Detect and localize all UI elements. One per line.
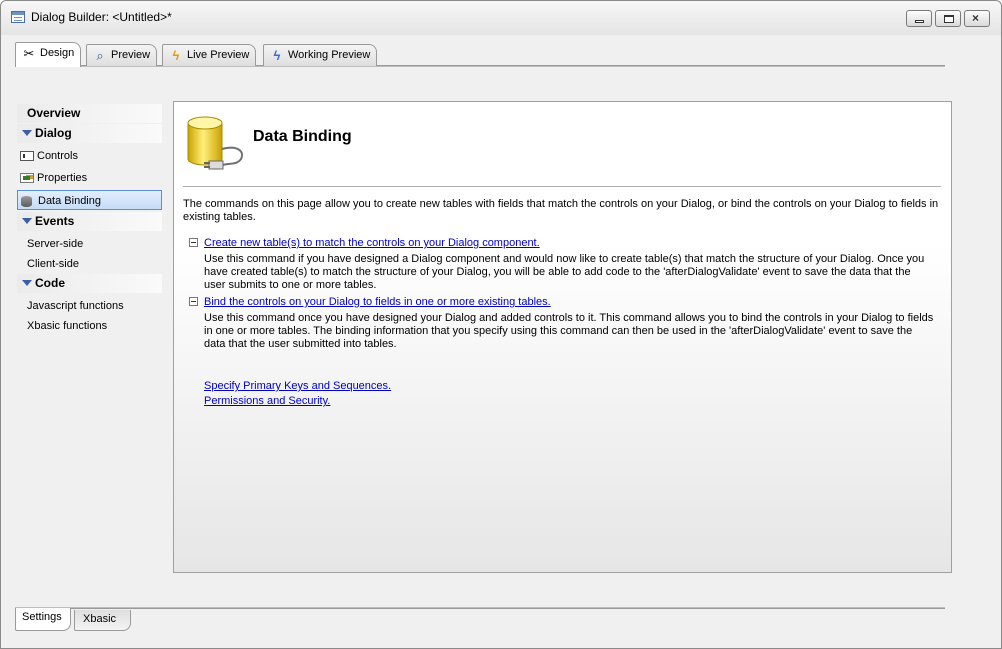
sidebar-item-label: Data Binding — [38, 195, 101, 207]
sidebar-section-events-label: Events — [35, 214, 75, 228]
window-title: Dialog Builder: <Untitled>* — [31, 10, 172, 24]
tab-design[interactable]: ✂ Design — [15, 42, 82, 67]
tools-icon: ✂ — [23, 46, 35, 61]
sidebar-item-label: Client-side — [27, 258, 79, 270]
collapse-icon[interactable] — [189, 238, 198, 247]
close-icon: × — [972, 11, 980, 25]
window-app-icon — [11, 11, 25, 23]
sidebar-section-dialog-label: Dialog — [35, 126, 72, 140]
close-button[interactable]: × — [964, 10, 990, 27]
controls-icon — [20, 151, 34, 161]
tab-working-preview-label: Working Preview — [288, 49, 371, 61]
minimize-button[interactable] — [906, 10, 932, 27]
lightning-icon: ϟ — [172, 48, 180, 63]
sidebar-section-code-label: Code — [35, 276, 65, 290]
database-plug-icon — [187, 116, 243, 170]
maximize-button[interactable] — [935, 10, 961, 27]
sidebar-item-data-binding[interactable]: Data Binding — [17, 190, 162, 210]
page-title: Data Binding — [253, 128, 352, 145]
primary-keys-link[interactable]: Specify Primary Keys and Sequences. — [204, 380, 391, 392]
tab-xbasic[interactable]: Xbasic — [74, 610, 132, 631]
sidebar-item-controls[interactable]: Controls — [17, 146, 162, 166]
sidebar-item-label: Controls — [37, 150, 78, 162]
tab-live-preview[interactable]: ϟ Live Preview — [162, 44, 257, 66]
tab-settings[interactable]: Settings — [15, 608, 71, 631]
sidebar-section-events[interactable]: Events — [17, 212, 162, 231]
sidebar-item-properties[interactable]: Properties — [17, 168, 162, 188]
sidebar-item-overview[interactable]: Overview — [17, 104, 162, 123]
bottom-tab-bar: Settings Xbasic — [15, 607, 945, 633]
bind-controls-link[interactable]: Bind the controls on your Dialog to fiel… — [204, 296, 551, 308]
tab-working-preview[interactable]: ϟ Working Preview — [263, 44, 378, 66]
title-divider — [183, 186, 941, 187]
tab-preview[interactable]: ⌕ Preview — [86, 44, 158, 66]
properties-icon — [20, 173, 34, 183]
sidebar-item-label: Xbasic functions — [27, 320, 108, 332]
minimize-icon — [915, 20, 924, 23]
data-binding-panel: Data Binding The commands on this page a… — [173, 101, 952, 573]
top-tab-bar: ✂ Design ⌕ Preview ϟ Live Preview ϟ Work… — [15, 42, 945, 67]
maximize-icon — [944, 15, 954, 23]
sidebar-section-dialog[interactable]: Dialog — [17, 124, 162, 143]
collapse-icon[interactable] — [189, 297, 198, 306]
sidebar-item-label: Javascript functions — [27, 300, 124, 312]
dialog-builder-window: Dialog Builder: <Untitled>* × ✂ Design ⌕… — [0, 0, 1002, 649]
bottom-tab-line — [15, 607, 945, 609]
tab-preview-label: Preview — [111, 49, 151, 61]
intro-text: The commands on this page allow you to c… — [183, 198, 939, 223]
sidebar-section-code[interactable]: Code — [17, 274, 162, 293]
sidebar-item-server-side[interactable]: Server-side — [17, 234, 162, 254]
command-description: Use this command once you have designed … — [204, 312, 934, 350]
lightning-blue-icon: ϟ — [273, 48, 281, 63]
sidebar-item-label: Properties — [37, 172, 88, 184]
tab-live-preview-label: Live Preview — [187, 49, 250, 61]
create-tables-link[interactable]: Create new table(s) to match the control… — [204, 237, 540, 249]
sidebar-nav: Overview Dialog Controls Properties Data… — [17, 104, 162, 336]
tab-design-label: Design — [40, 47, 75, 59]
sidebar-item-xbasic-functions[interactable]: Xbasic functions — [17, 316, 162, 336]
sidebar-item-client-side[interactable]: Client-side — [17, 254, 162, 274]
database-icon — [21, 196, 32, 207]
permissions-link[interactable]: Permissions and Security. — [204, 395, 330, 407]
magnifier-icon: ⌕ — [96, 48, 104, 63]
command-description: Use this command if you have designed a … — [204, 253, 925, 291]
sidebar-item-label: Server-side — [27, 238, 84, 250]
title-bar[interactable]: Dialog Builder: <Untitled>* × — [1, 1, 1001, 35]
sidebar-item-javascript-functions[interactable]: Javascript functions — [17, 296, 162, 316]
